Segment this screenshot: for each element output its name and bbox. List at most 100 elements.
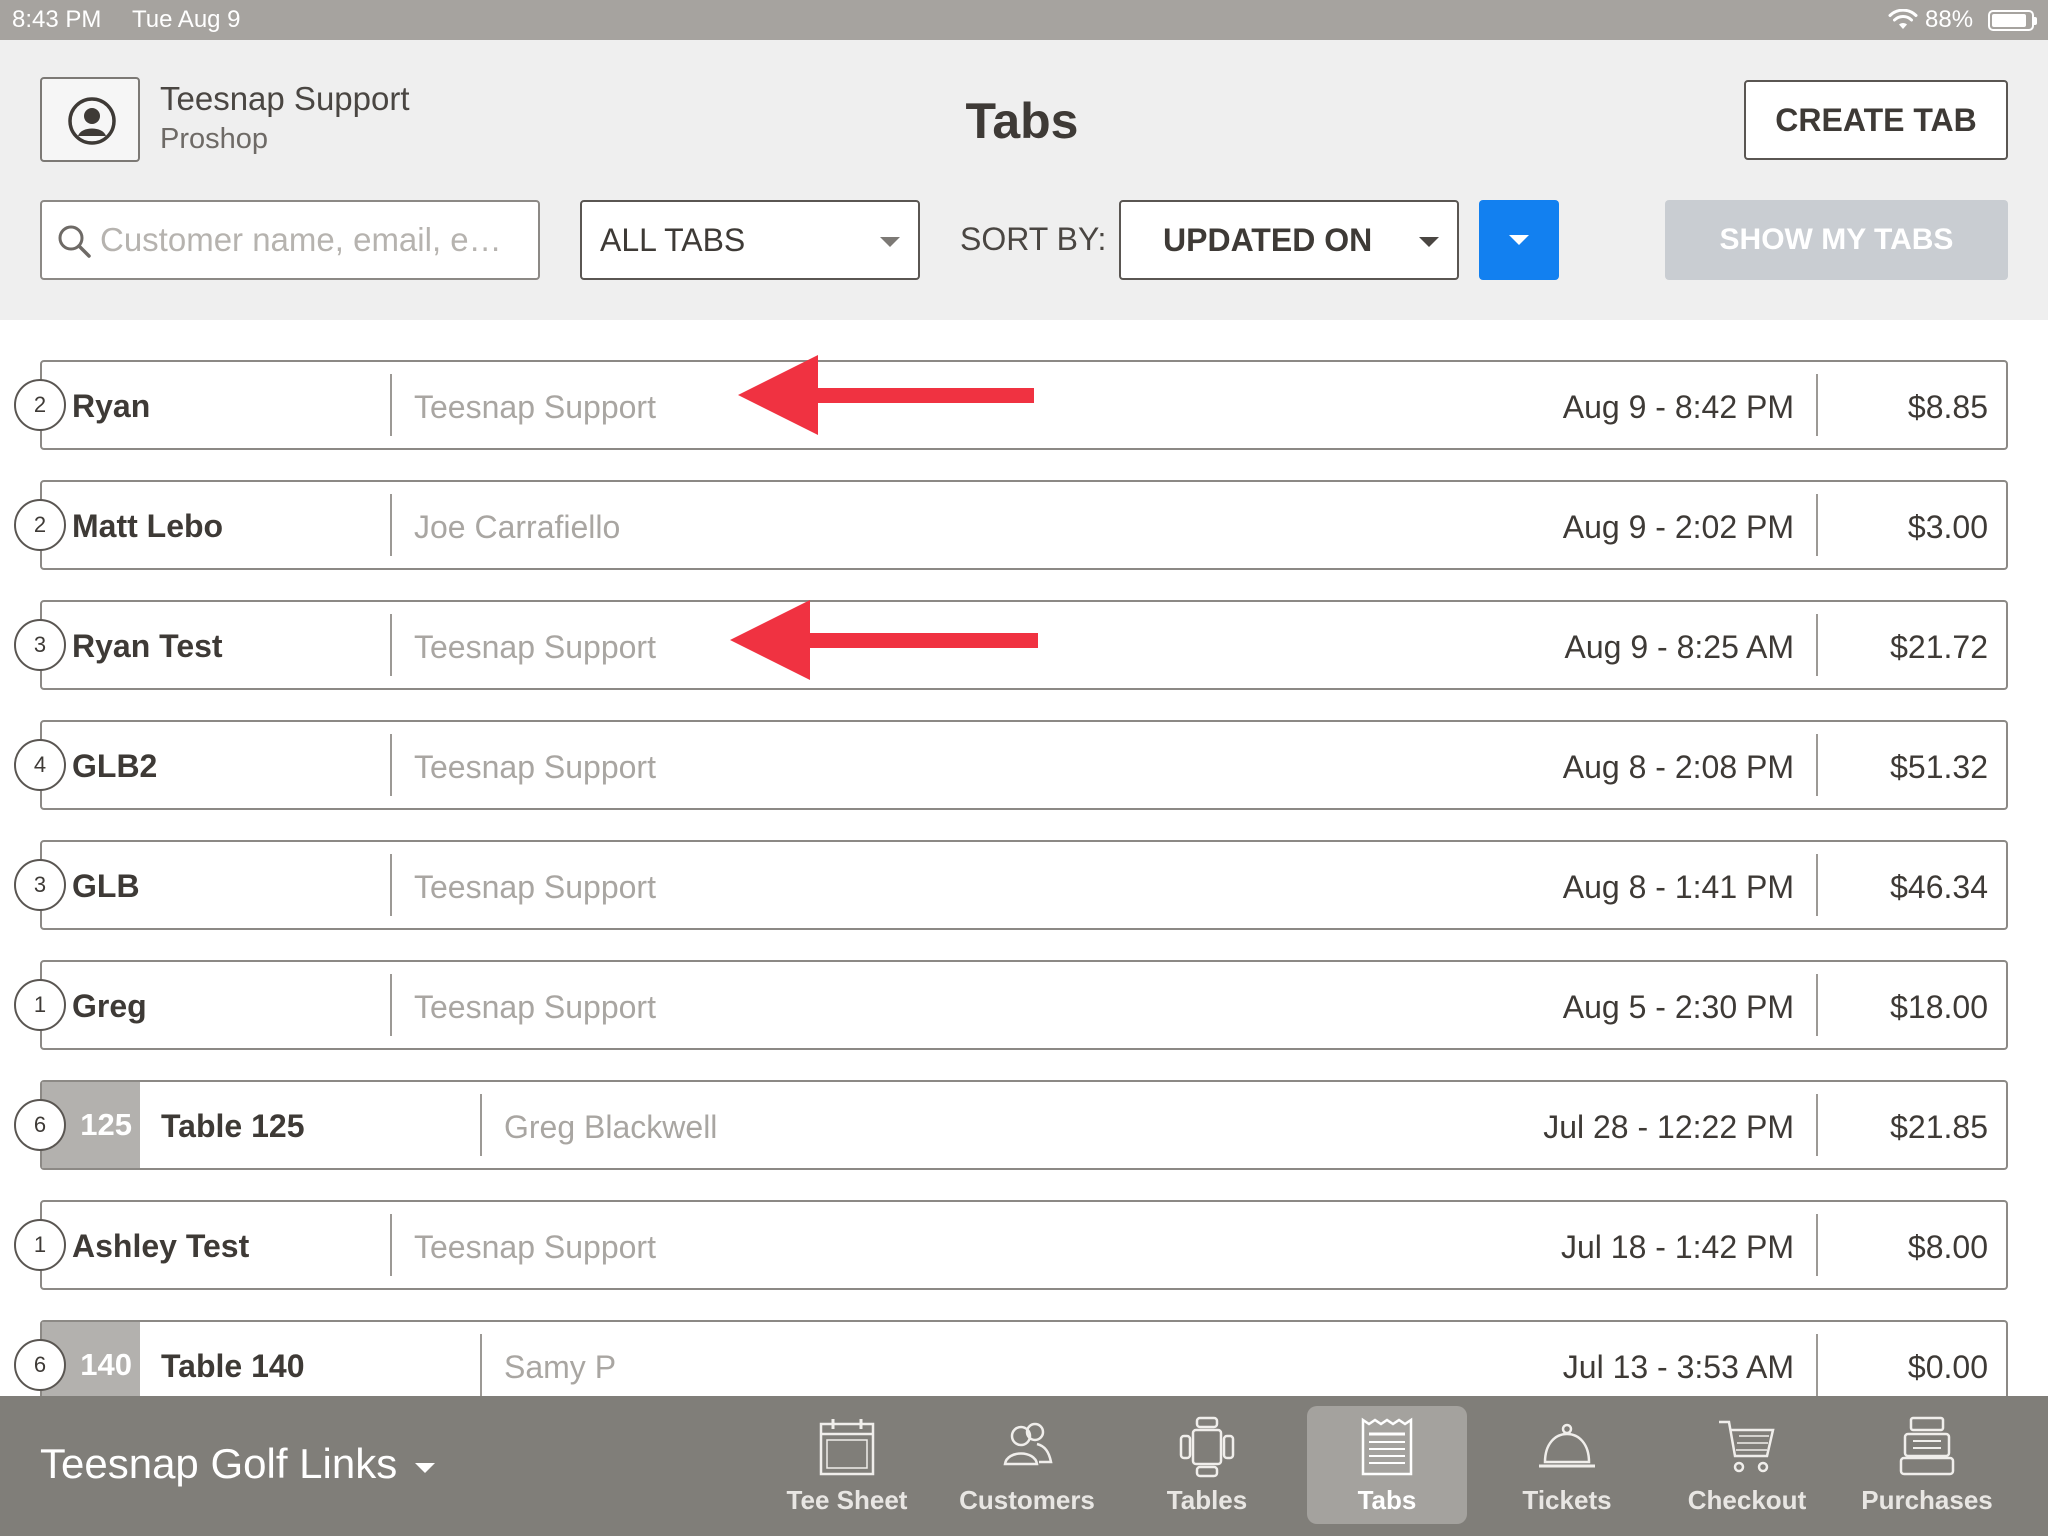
nav-checkout[interactable]: Checkout bbox=[1667, 1406, 1827, 1524]
divider bbox=[480, 1334, 482, 1396]
battery-icon bbox=[1988, 10, 2037, 31]
tab-count-badge: 6 bbox=[14, 1339, 66, 1391]
tab-staff: Teesnap Support bbox=[414, 869, 656, 905]
tab-amount: $18.00 bbox=[1890, 989, 1988, 1025]
sort-direction-button[interactable] bbox=[1479, 200, 1559, 280]
table-icon bbox=[1179, 1416, 1235, 1478]
nav-label: Tabs bbox=[1357, 1485, 1417, 1515]
search-input[interactable] bbox=[100, 210, 530, 270]
divider bbox=[390, 974, 392, 1036]
nav-purchases[interactable]: Purchases bbox=[1847, 1406, 2007, 1524]
register-icon bbox=[1899, 1416, 1955, 1476]
bell-icon bbox=[1539, 1423, 1595, 1468]
tab-count-badge: 4 bbox=[14, 739, 66, 791]
show-my-tabs-button[interactable]: SHOW MY TABS bbox=[1665, 200, 2008, 280]
tab-updated: Aug 9 - 2:02 PM bbox=[1562, 509, 1794, 545]
nav-label: Customers bbox=[959, 1485, 1095, 1515]
tab-updated: Jul 13 - 3:53 AM bbox=[1562, 1349, 1794, 1385]
tab-filter-value: ALL TABS bbox=[600, 222, 746, 258]
tab-row[interactable]: 1 Greg Teesnap Support Aug 5 - 2:30 PM $… bbox=[14, 960, 2008, 1050]
tab-name: GLB bbox=[72, 868, 140, 904]
calendar-icon bbox=[819, 1419, 875, 1476]
tab-updated: Aug 9 - 8:25 AM bbox=[1564, 629, 1794, 665]
tab-count-badge: 2 bbox=[14, 499, 66, 551]
tab-row[interactable]: 2 Matt Lebo Joe Carrafiello Aug 9 - 2:02… bbox=[14, 480, 2008, 570]
divider bbox=[390, 374, 392, 436]
tab-name: Ashley Test bbox=[72, 1228, 250, 1264]
nav-tickets[interactable]: Tickets bbox=[1487, 1406, 1647, 1524]
tab-updated: Aug 8 - 2:08 PM bbox=[1562, 749, 1794, 785]
nav-label: Tickets bbox=[1522, 1485, 1612, 1515]
create-tab-button[interactable]: CREATE TAB bbox=[1744, 80, 2008, 160]
tab-updated: Aug 9 - 8:42 PM bbox=[1562, 389, 1794, 425]
divider bbox=[1816, 854, 1818, 916]
tab-count-badge: 6 bbox=[14, 1099, 66, 1151]
divider bbox=[390, 494, 392, 556]
chevron-down-icon bbox=[880, 237, 900, 247]
annotation-arrow-icon bbox=[738, 355, 1034, 435]
tab-updated: Aug 5 - 2:30 PM bbox=[1562, 989, 1794, 1025]
nav-label: Tables bbox=[1166, 1485, 1248, 1515]
user-icon bbox=[68, 97, 116, 145]
user-profile-button[interactable] bbox=[40, 77, 140, 162]
divider bbox=[390, 1214, 392, 1276]
tab-updated: Jul 18 - 1:42 PM bbox=[1561, 1229, 1794, 1265]
divider bbox=[1816, 1094, 1818, 1156]
tab-name: Ryan bbox=[72, 388, 151, 424]
tab-count-badge: 3 bbox=[14, 859, 66, 911]
status-date: Tue Aug 9 bbox=[132, 6, 241, 33]
tab-name: GLB2 bbox=[72, 748, 158, 784]
tab-row[interactable]: 6 140 Table 140 Samy P Jul 13 - 3:53 AM … bbox=[14, 1320, 2008, 1396]
tab-amount: $8.85 bbox=[1907, 389, 1988, 425]
tab-row[interactable]: 1 Ashley Test Teesnap Support Jul 18 - 1… bbox=[14, 1200, 2008, 1290]
tab-name: Ryan Test bbox=[72, 628, 223, 664]
divider bbox=[390, 614, 392, 676]
tab-staff: Samy P bbox=[504, 1349, 617, 1385]
divider bbox=[1816, 374, 1818, 436]
tab-updated: Jul 28 - 12:22 PM bbox=[1543, 1109, 1794, 1145]
tab-row[interactable]: 3 GLB Teesnap Support Aug 8 - 1:41 PM $4… bbox=[14, 840, 2008, 930]
nav-tables[interactable]: Tables bbox=[1127, 1406, 1287, 1524]
divider bbox=[1816, 614, 1818, 676]
divider bbox=[390, 734, 392, 796]
tab-updated: Aug 8 - 1:41 PM bbox=[1562, 869, 1794, 905]
people-icon bbox=[1003, 1422, 1053, 1466]
tab-staff: Joe Carrafiello bbox=[414, 509, 621, 545]
tab-row[interactable]: 4 GLB2 Teesnap Support Aug 8 - 2:08 PM $… bbox=[14, 720, 2008, 810]
divider bbox=[1816, 734, 1818, 796]
chevron-down-icon[interactable] bbox=[415, 1463, 435, 1473]
venue-selector[interactable]: Teesnap Golf Links bbox=[40, 1440, 397, 1488]
divider bbox=[1816, 494, 1818, 556]
tab-count-badge: 3 bbox=[14, 619, 66, 671]
tab-staff: Teesnap Support bbox=[414, 629, 656, 665]
tab-row[interactable]: 6 125 Table 125 Greg Blackwell Jul 28 - … bbox=[14, 1080, 2008, 1170]
tab-amount: $21.72 bbox=[1890, 629, 1988, 665]
nav-label: Purchases bbox=[1861, 1485, 1993, 1515]
tab-amount: $8.00 bbox=[1907, 1229, 1988, 1265]
tab-amount: $21.85 bbox=[1890, 1109, 1988, 1145]
search-box[interactable] bbox=[40, 200, 540, 280]
sort-field-select[interactable]: UPDATED ON bbox=[1119, 200, 1459, 280]
divider bbox=[480, 1094, 482, 1156]
tab-amount: $51.32 bbox=[1890, 749, 1988, 785]
nav-customers[interactable]: Customers bbox=[947, 1406, 1107, 1524]
nav-tabs[interactable]: Tabs bbox=[1307, 1406, 1467, 1524]
user-name: Teesnap Support bbox=[160, 80, 410, 117]
tab-name: Table 140 bbox=[161, 1348, 305, 1384]
tab-filter-select[interactable]: ALL TABS bbox=[580, 200, 920, 280]
search-icon bbox=[58, 225, 91, 258]
tab-staff: Greg Blackwell bbox=[504, 1109, 718, 1145]
sort-descending-icon bbox=[1509, 235, 1529, 245]
tab-amount: $46.34 bbox=[1890, 869, 1988, 905]
bottom-navigation: Teesnap Golf Links Tee Sheet Customers T… bbox=[0, 1396, 2048, 1536]
battery-percent: 88% bbox=[1925, 6, 1974, 33]
tab-amount: $3.00 bbox=[1907, 509, 1988, 545]
tab-count-badge: 1 bbox=[14, 979, 66, 1031]
divider bbox=[1816, 1334, 1818, 1396]
cart-icon bbox=[1719, 1420, 1775, 1473]
tab-staff: Teesnap Support bbox=[414, 989, 656, 1025]
status-bar: 8:43 PM Tue Aug 9 88% bbox=[0, 0, 2048, 40]
header: Teesnap Support Proshop Tabs CREATE TAB … bbox=[0, 40, 2048, 320]
divider bbox=[390, 854, 392, 916]
nav-tee-sheet[interactable]: Tee Sheet bbox=[767, 1406, 927, 1524]
